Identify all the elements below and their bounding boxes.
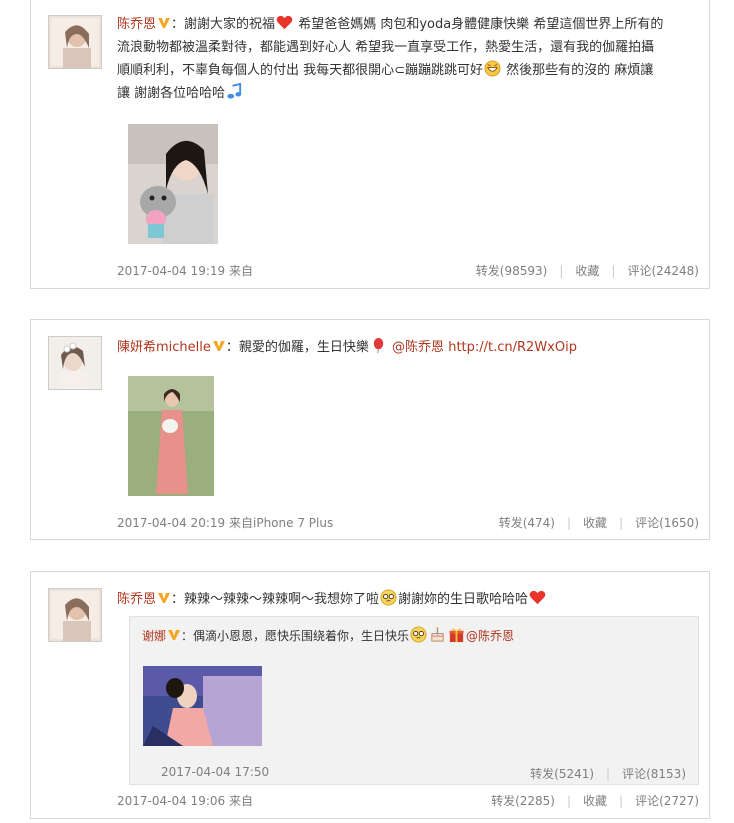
divider: | [566, 516, 572, 530]
comment-button[interactable]: 评论(24248) [627, 264, 699, 278]
avatar[interactable] [48, 336, 102, 390]
avatar[interactable] [48, 588, 102, 642]
divider: | [559, 264, 564, 278]
avatar[interactable] [48, 15, 102, 69]
comment-button[interactable]: 评论(2727) [635, 794, 699, 808]
repost-comment-button[interactable]: 评论(8153) [622, 767, 686, 781]
feed-card: 陈乔恩 ：辣辣～辣辣～辣辣啊～我想妳了啦 謝謝妳的生日歌哈哈哈 谢娜 ：偶滴小恩恩，愿… [30, 571, 710, 819]
repost-button[interactable]: 转发(2285) [491, 794, 555, 808]
favorite-button[interactable]: 收藏 [583, 516, 607, 530]
post-text: ：親愛的伽羅，生日快樂 [225, 340, 369, 355]
post-time[interactable]: 2017-04-04 19:19 [117, 262, 225, 280]
repost-button[interactable]: 转发(474) [499, 516, 555, 530]
feed-card: 陈乔恩 ：謝謝大家的祝福 希望爸爸媽媽 肉包和yoda身體健康快樂 希望這個世界上… [30, 0, 710, 289]
post-text-line: 希望爸爸媽媽 肉包和yoda身體健康快樂 希望這個世界上所有的 [298, 17, 664, 32]
post-source: 来自 [229, 264, 254, 278]
post-text-line: 謝謝大家的祝福 [184, 17, 276, 32]
divider: | [566, 794, 572, 808]
mention-link[interactable]: @陈乔恩 [466, 629, 514, 643]
repost-box: 谢娜 ：偶滴小恩恩，愿快乐围绕着你，生日快乐 @陈乔恩 2017-04-04 17:… [129, 616, 699, 785]
author-name[interactable]: 陳妍希michelle [117, 340, 211, 355]
verified-icon [158, 18, 171, 28]
divider: | [606, 767, 611, 781]
post-text-line: 然後那些有的沒的 麻煩讓 [506, 63, 654, 78]
post-photo[interactable] [128, 124, 218, 244]
author-name[interactable]: 陈乔恩 [117, 592, 156, 607]
pleading-face-icon [410, 626, 427, 643]
favorite-button[interactable]: 收藏 [575, 264, 599, 278]
repost-photo[interactable] [143, 666, 262, 746]
feed-card: 陳妍希michelle ：親愛的伽羅，生日快樂 @陈乔恩 http://t.cn/… [30, 319, 710, 540]
repost-time[interactable]: 2017-04-04 17:50 [161, 765, 269, 779]
post-text-line: 順順利利，不辜負每個人的付出 我每天都很開心⊂蹦蹦跳跳可好 [117, 63, 484, 78]
comment-button[interactable]: 评论(1650) [635, 516, 699, 530]
post-source: 来自 [229, 794, 254, 808]
verified-icon [212, 341, 225, 351]
post-time[interactable]: 2017-04-04 20:19 [117, 514, 225, 532]
post-body: 陳妍希michelle ：親愛的伽羅，生日快樂 @陈乔恩 http://t.cn/… [117, 336, 702, 359]
verified-icon [168, 630, 181, 640]
post-text: 謝謝妳的生日歌哈哈哈 [398, 592, 529, 607]
repost-button[interactable]: 转发(98593) [476, 264, 548, 278]
post-body: 陈乔恩 ：辣辣～辣辣～辣辣啊～我想妳了啦 謝謝妳的生日歌哈哈哈 [117, 588, 702, 611]
short-url-link[interactable]: http://t.cn/R2WxOip [448, 340, 577, 355]
favorite-button[interactable]: 收藏 [583, 794, 607, 808]
heart-icon [276, 15, 293, 30]
post-text: ：辣辣～辣辣～辣辣啊～我想妳了啦 [171, 592, 380, 607]
verified-icon [158, 593, 171, 603]
music-note-icon [227, 83, 242, 99]
post-text-line: 讓 謝謝各位哈哈哈 [117, 86, 226, 101]
author-name[interactable]: 陈乔恩 [117, 17, 156, 32]
post-time[interactable]: 2017-04-04 19:06 [117, 792, 225, 810]
post-meta: 2017-04-04 19:06 来自 转发(2285) | 收藏 | 评论(2727) [117, 792, 699, 810]
post-meta: 2017-04-04 19:19 来自 转发(98593) | 收藏 | 评论(2424… [117, 262, 699, 280]
mention-link[interactable]: @陈乔恩 [392, 340, 444, 355]
laughing-face-icon [484, 60, 501, 77]
repost-repost-button[interactable]: 转发(5241) [530, 767, 594, 781]
heart-icon [529, 590, 546, 605]
post-body: 陈乔恩 ：謝謝大家的祝福 希望爸爸媽媽 肉包和yoda身體健康快樂 希望這個世界上… [117, 13, 702, 105]
gift-icon [449, 628, 464, 643]
post-source[interactable]: 来自iPhone 7 Plus [229, 514, 333, 532]
divider: | [611, 264, 616, 278]
balloon-icon [373, 337, 384, 354]
pleading-face-icon [380, 589, 397, 606]
post-photo[interactable] [128, 376, 214, 496]
post-meta: 2017-04-04 20:19 来自iPhone 7 Plus 转发(474)… [117, 514, 699, 532]
repost-body: ：偶滴小恩恩，愿快乐围绕着你，生日快乐 [181, 629, 410, 643]
post-text-line: 流浪動物都被溫柔對待，都能遇到好心人 希望我一直享受工作，熱愛生活，還有我的伽羅… [117, 40, 655, 55]
repost-author-name[interactable]: 谢娜 [142, 629, 166, 643]
divider: | [619, 794, 624, 808]
divider: | [619, 516, 624, 530]
repost-text: 谢娜 ：偶滴小恩恩，愿快乐围绕着你，生日快乐 @陈乔恩 [142, 625, 514, 647]
cake-icon [431, 627, 444, 642]
